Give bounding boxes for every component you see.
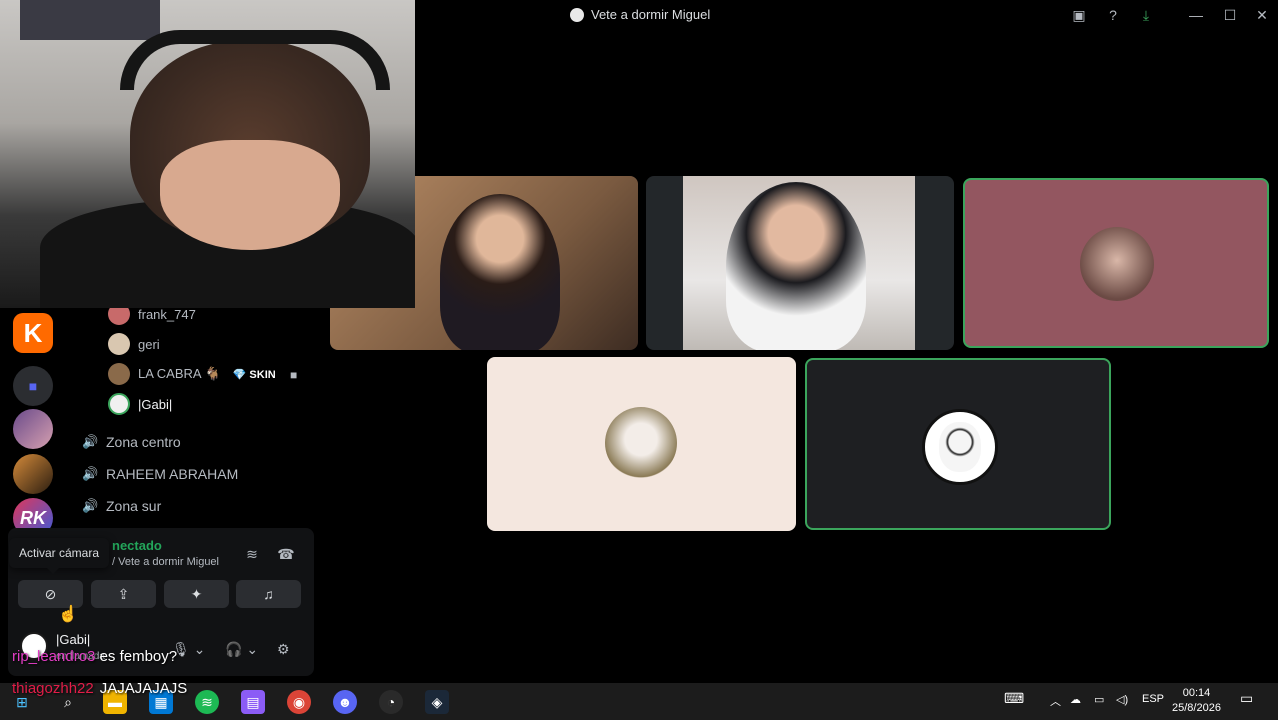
window-title-text: Vete a dormir Miguel: [591, 7, 711, 22]
server-icon: [570, 7, 584, 22]
soundboard-button[interactable]: ♫: [236, 580, 301, 608]
video-camera-icon: ■: [290, 368, 298, 382]
video-tile-5-speaking[interactable]: [805, 358, 1111, 530]
steam-icon[interactable]: ◈: [425, 690, 449, 714]
headset: [120, 30, 390, 90]
language-indicator[interactable]: ESP: [1142, 693, 1164, 705]
obs-icon[interactable]: ▤: [241, 690, 265, 714]
speaker-icon: 🔊: [82, 434, 99, 449]
notifications-icon[interactable]: ▭: [1240, 690, 1253, 707]
avatar: [108, 363, 130, 385]
screen-share-icon: ⇪: [117, 586, 130, 602]
speaker-icon: 🔊: [82, 498, 99, 513]
voice-connected-status: nectado: [112, 538, 162, 553]
voice-member[interactable]: geri: [108, 332, 160, 356]
network-icon[interactable]: ▭: [1094, 693, 1104, 706]
spotify-icon[interactable]: ≋: [195, 690, 219, 714]
participant-avatar: [605, 407, 677, 479]
streamer-face: [160, 140, 340, 250]
chat-username: rip_leandro3: [12, 648, 96, 665]
camera-off-icon: ⊘: [44, 586, 57, 602]
maximize-button[interactable]: ☐: [1221, 6, 1239, 24]
channel-name: Zona sur: [106, 498, 162, 514]
skin-badge: 💎 SKIN: [232, 368, 276, 381]
title-bar: Vete a dormir Miguel ▣ ? ⤓ — ☐ ✕: [415, 0, 1278, 30]
member-name: LA CABRA 🐐: [138, 366, 221, 381]
camera-tooltip: Activar cámara: [9, 538, 110, 574]
inbox-icon[interactable]: ▣: [1070, 6, 1088, 24]
chat-text: es femboy?: [99, 648, 178, 665]
folder-icon[interactable]: ■: [13, 366, 53, 406]
app-icon[interactable]: ◔: [379, 690, 403, 714]
server-icon[interactable]: [13, 454, 53, 494]
clock-date: 25/8/2026: [1172, 702, 1221, 714]
video-tile-3-speaking[interactable]: [963, 178, 1269, 348]
hand-cursor-icon: ☝: [58, 606, 78, 623]
download-icon[interactable]: ⤓: [1137, 6, 1155, 24]
voice-channel[interactable]: 🔊 Zona centro: [82, 431, 181, 453]
window-title: Vete a dormir Miguel: [570, 7, 710, 22]
disconnect-icon[interactable]: ☎: [275, 543, 297, 565]
screen-share-button[interactable]: ⇪: [91, 580, 156, 608]
channel-name: Zona centro: [106, 434, 181, 450]
activities-button[interactable]: ✦: [164, 580, 229, 608]
avatar-face: [939, 422, 981, 472]
video-tile-4[interactable]: [487, 357, 796, 531]
close-button[interactable]: ✕: [1253, 6, 1271, 24]
clock[interactable]: 00:14 25/8/2026: [1172, 686, 1221, 716]
voice-member[interactable]: |Gabi|: [108, 392, 172, 416]
server-icon[interactable]: [13, 409, 53, 449]
wall-poster: [20, 0, 160, 40]
voice-channel[interactable]: 🔊 Zona sur: [82, 495, 161, 517]
streamer-webcam: [0, 0, 415, 308]
chevron-up-icon[interactable]: ︿: [1050, 693, 1061, 709]
minimize-button[interactable]: —: [1187, 6, 1205, 24]
member-name: frank_747: [138, 306, 196, 322]
participant-figure: [726, 182, 866, 350]
voice-member[interactable]: LA CABRA 🐐 💎 SKIN: [108, 362, 276, 386]
user-name[interactable]: |Gabi|: [56, 632, 90, 647]
cloud-icon[interactable]: ☁: [1070, 693, 1081, 706]
chat-text: JAJAJAJAJS: [99, 680, 188, 697]
voice-channel[interactable]: 🔊 RAHEEM ABRAHAM: [82, 463, 238, 485]
member-name: geri: [138, 336, 160, 352]
avatar: [108, 393, 130, 415]
channel-name: RAHEEM ABRAHAM: [106, 466, 239, 482]
chat-username: thiagozhh22: [12, 680, 94, 697]
chrome-icon[interactable]: ◉: [287, 690, 311, 714]
speaker-lock-icon: 🔊: [82, 466, 99, 481]
server-kick-icon[interactable]: K: [13, 313, 53, 353]
participant-avatar: [1080, 227, 1154, 301]
soundboard-icon: ♫: [263, 586, 274, 602]
activities-icon: ✦: [190, 586, 203, 602]
member-name: |Gabi|: [138, 396, 173, 412]
taskbar: [0, 683, 1278, 720]
headphones-icon[interactable]: 🎧 ⌄: [225, 638, 258, 660]
keyboard-icon[interactable]: ⌨: [1004, 690, 1024, 707]
avatar: [108, 333, 130, 355]
channel-list: frank_747 geri LA CABRA 🐐 💎 SKIN ■ |Gabi…: [68, 303, 320, 530]
clock-time: 00:14: [1182, 687, 1211, 699]
settings-gear-icon[interactable]: ⚙: [277, 638, 290, 660]
noise-suppression-icon[interactable]: ≋: [241, 543, 263, 565]
chat-message: thiagozhh22 JAJAJAJAJS: [12, 680, 187, 697]
screen: Vete a dormir Miguel ▣ ? ⤓ — ☐ ✕ K ■ RK …: [0, 0, 1278, 720]
video-tile-2[interactable]: [646, 176, 954, 350]
volume-icon[interactable]: ◁): [1116, 693, 1128, 706]
chat-message: rip_leandro3 es femboy?: [12, 648, 177, 665]
discord-icon[interactable]: ☻: [333, 690, 357, 714]
help-icon[interactable]: ?: [1104, 6, 1122, 24]
participant-video: [440, 194, 560, 350]
voice-channel-path[interactable]: / Vete a dormir Miguel: [112, 556, 219, 568]
